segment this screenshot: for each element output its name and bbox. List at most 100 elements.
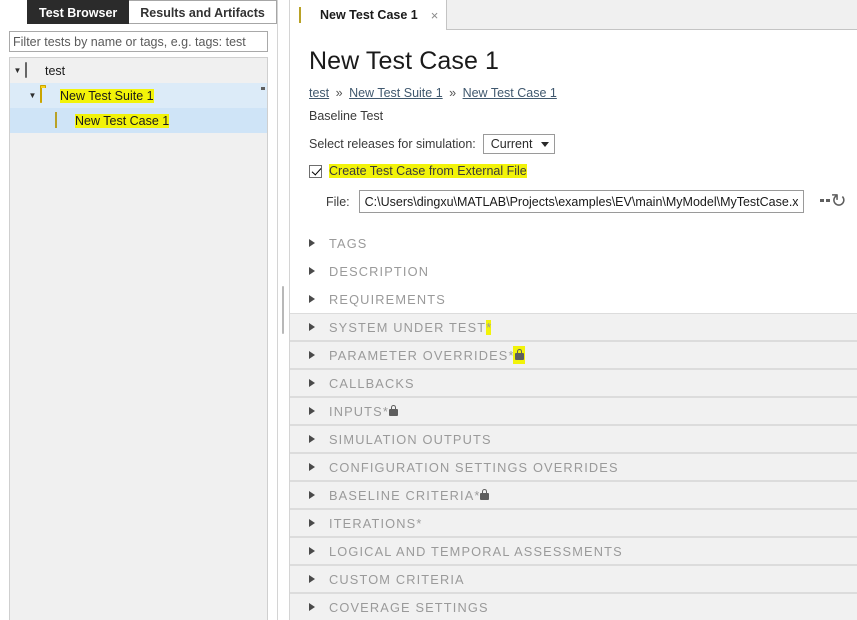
tab-results-and-artifacts[interactable]: Results and Artifacts: [129, 0, 277, 24]
create-from-external-file-checkbox[interactable]: [309, 165, 322, 178]
section-header-callbacks[interactable]: CALLBACKS: [290, 369, 857, 397]
section-title: SYSTEM UNDER TEST: [329, 320, 486, 335]
section-header-logical-and-temporal-assessments[interactable]: LOGICAL AND TEMPORAL ASSESSMENTS: [290, 537, 857, 565]
page-title: New Test Case 1: [309, 47, 857, 76]
release-select-row: Select releases for simulation: Current: [309, 134, 857, 154]
section-title: LOGICAL AND TEMPORAL ASSESSMENTS: [329, 544, 623, 559]
chevron-right-icon: [309, 295, 321, 303]
section-header-inputs[interactable]: INPUTS*: [290, 397, 857, 425]
section-title: TAGS: [329, 236, 368, 251]
section-modified-asterisk: *: [416, 516, 421, 531]
breadcrumb-separator: »: [449, 86, 456, 100]
editor-content: New Test Case 1 test » New Test Suite 1 …: [290, 30, 857, 620]
sections-list: TAGS DESCRIPTION REQUIREMENTS SYSTEM UNDER …: [290, 229, 857, 620]
lock-icon: [515, 349, 524, 360]
splitter-grip: [282, 286, 284, 334]
lock-icon: [389, 405, 398, 416]
section-header-iterations[interactable]: ITERATIONS*: [290, 509, 857, 537]
panel-splitter[interactable]: [277, 0, 290, 620]
tree-item-label: New Test Case 1: [75, 114, 169, 128]
lock-icon: [480, 489, 489, 500]
section-title: DESCRIPTION: [329, 264, 429, 279]
file-label: File:: [326, 195, 350, 209]
chevron-right-icon: [309, 575, 321, 583]
test-tree: ▼ test ▼ New Test Suite 1 New Test Case …: [9, 57, 268, 620]
lock-icon-wrapper: [513, 346, 525, 364]
section-title: COVERAGE SETTINGS: [329, 600, 489, 615]
section-title: BASELINE CRITERIA: [329, 488, 474, 503]
lock-icon-wrapper: [388, 402, 398, 420]
tab-test-browser[interactable]: Test Browser: [27, 0, 129, 24]
chevron-right-icon: [309, 407, 321, 415]
file-path-input[interactable]: [359, 190, 804, 213]
section-title: CONFIGURATION SETTINGS OVERRIDES: [329, 460, 619, 475]
close-icon[interactable]: ×: [431, 9, 439, 22]
test-browser-panel: Test Browser Results and Artifacts ▼ tes…: [0, 0, 277, 620]
chevron-right-icon: [309, 519, 321, 527]
section-title: SIMULATION OUTPUTS: [329, 432, 492, 447]
breadcrumb-item-test[interactable]: test: [309, 86, 329, 100]
breadcrumb: test » New Test Suite 1 » New Test Case …: [309, 86, 857, 100]
chevron-right-icon: [309, 491, 321, 499]
breadcrumb-item-new-test-case-1[interactable]: New Test Case 1: [463, 86, 557, 100]
section-header-tags[interactable]: TAGS: [290, 229, 857, 257]
document-icon: [55, 113, 70, 128]
expand-arrow-icon[interactable]: ▼: [10, 67, 25, 75]
tree-row-test[interactable]: ▼ test: [10, 58, 267, 83]
create-from-external-file-label: Create Test Case from External File: [329, 164, 527, 178]
filter-container: [0, 27, 277, 52]
chevron-right-icon: [309, 435, 321, 443]
expand-arrow-icon[interactable]: ▼: [25, 92, 40, 100]
chevron-right-icon: [309, 351, 321, 359]
tree-row-new-test-suite-1[interactable]: ▼ New Test Suite 1: [10, 83, 267, 108]
folder-icon: [40, 88, 55, 103]
section-header-system-under-test[interactable]: SYSTEM UNDER TEST*: [290, 313, 857, 341]
lock-icon-wrapper: [479, 486, 489, 504]
external-file-checkbox-row: Create Test Case from External File: [309, 164, 857, 178]
section-title: CUSTOM CRITERIA: [329, 572, 465, 587]
test-case-editor-panel: New Test Case 1 × New Test Case 1 test »…: [290, 0, 857, 620]
chevron-right-icon: [309, 323, 321, 331]
project-icon: [25, 63, 40, 78]
section-title: REQUIREMENTS: [329, 292, 446, 307]
tree-item-label: test: [45, 64, 65, 78]
chevron-right-icon: [309, 603, 321, 611]
chevron-right-icon: [309, 463, 321, 471]
tree-item-label: New Test Suite 1: [60, 89, 154, 103]
test-manager-window: Test Browser Results and Artifacts ▼ tes…: [0, 0, 857, 620]
section-title: ITERATIONS: [329, 516, 416, 531]
chevron-right-icon: [309, 379, 321, 387]
document-tabbar: New Test Case 1 ×: [290, 0, 857, 30]
breadcrumb-item-new-test-suite-1[interactable]: New Test Suite 1: [349, 86, 443, 100]
section-header-baseline-criteria[interactable]: BASELINE CRITERIA*: [290, 481, 857, 509]
section-modified-asterisk: *: [486, 320, 491, 335]
release-select-value: Current: [491, 137, 533, 151]
panel-tabstrip: Test Browser Results and Artifacts: [0, 0, 277, 27]
document-tab-new-test-case-1[interactable]: New Test Case 1 ×: [290, 0, 447, 30]
section-title: PARAMETER OVERRIDES: [329, 348, 508, 363]
refresh-icon[interactable]: ↻: [831, 192, 847, 211]
chevron-right-icon: [309, 547, 321, 555]
section-header-requirements[interactable]: REQUIREMENTS: [290, 285, 857, 313]
release-select-label: Select releases for simulation:: [309, 137, 476, 151]
chevron-right-icon: [309, 239, 321, 247]
section-header-coverage-settings[interactable]: COVERAGE SETTINGS: [290, 593, 857, 620]
chevron-down-icon: [541, 142, 549, 147]
breadcrumb-separator: »: [336, 86, 343, 100]
section-header-custom-criteria[interactable]: CUSTOM CRITERIA: [290, 565, 857, 593]
section-header-description[interactable]: DESCRIPTION: [290, 257, 857, 285]
tab-results-and-artifacts-label: Results and Artifacts: [140, 6, 265, 20]
section-header-configuration-settings-overrides[interactable]: CONFIGURATION SETTINGS OVERRIDES: [290, 453, 857, 481]
document-icon: [299, 8, 314, 23]
section-header-parameter-overrides[interactable]: PARAMETER OVERRIDES*: [290, 341, 857, 369]
tree-row-new-test-case-1[interactable]: New Test Case 1: [10, 108, 267, 133]
file-path-row: File: ↻: [326, 190, 857, 213]
section-title: INPUTS: [329, 404, 383, 419]
release-select-dropdown[interactable]: Current: [483, 134, 556, 154]
section-header-simulation-outputs[interactable]: SIMULATION OUTPUTS: [290, 425, 857, 453]
filter-tests-input[interactable]: [9, 31, 268, 52]
document-tab-label: New Test Case 1: [320, 8, 418, 22]
section-title: CALLBACKS: [329, 376, 415, 391]
test-type-label: Baseline Test: [309, 109, 857, 123]
chevron-right-icon: [309, 267, 321, 275]
